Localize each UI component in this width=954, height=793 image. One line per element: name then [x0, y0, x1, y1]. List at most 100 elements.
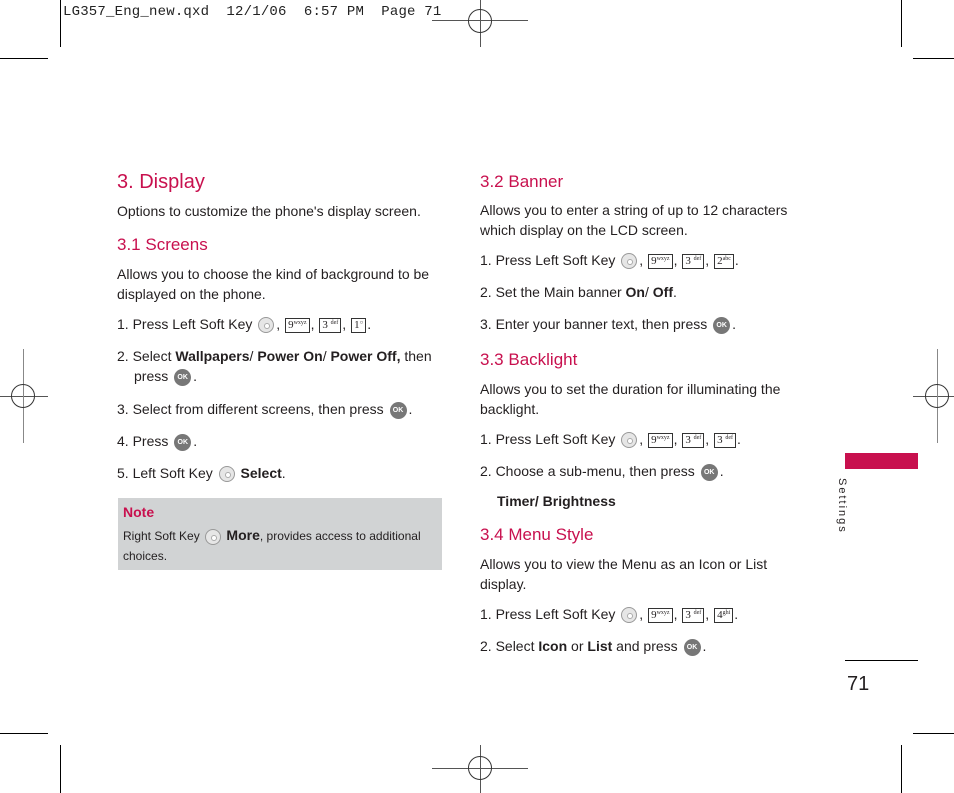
- step-text: 2. Set the Main banner: [480, 284, 626, 300]
- option-icon: Icon: [538, 638, 568, 654]
- banner-description: Allows you to enter a string of up to 12…: [480, 200, 787, 240]
- left-soft-key-icon: [621, 253, 638, 270]
- screens-description: Allows you to choose the kind of backgro…: [117, 264, 429, 304]
- menu-style-step-1: 1. Press Left Soft Key , 9wxyz, 3 def, 4…: [480, 606, 739, 624]
- option-on: On: [625, 284, 645, 300]
- section-heading-banner: 3.2 Banner: [480, 172, 564, 191]
- print-slug: LG357_Eng_new.qxd 12/1/06 6:57 PM Page 7…: [63, 4, 442, 20]
- menu-style-step-2: 2. Select Icon or List and press OK.: [480, 638, 707, 656]
- option-list: List: [587, 638, 613, 654]
- note-text: Right Soft Key More, provides access to …: [123, 525, 438, 566]
- ok-key-icon: OK: [713, 316, 731, 334]
- left-soft-key-icon: [621, 607, 638, 624]
- note-text-part: choices.: [123, 549, 168, 563]
- crop-mark: [60, 745, 61, 793]
- section-heading-menu-style: 3.4 Menu Style: [480, 525, 594, 544]
- crop-mark: [901, 745, 902, 793]
- section-tab-marker: [845, 453, 918, 469]
- screens-step-3: 3. Select from different screens, then p…: [117, 401, 413, 419]
- ok-key-icon: OK: [174, 368, 192, 386]
- option-power-on: Power On: [257, 348, 323, 364]
- step-text: 4. Press: [117, 433, 169, 449]
- crop-mark: [60, 0, 61, 47]
- option-select: Select: [240, 465, 282, 481]
- note-title: Note: [123, 504, 155, 520]
- menu-style-description: Allows you to view the Menu as an Icon o…: [480, 554, 767, 594]
- option-wallpapers: Wallpapers: [175, 348, 250, 364]
- step-text: and press: [612, 638, 678, 654]
- key-9-icon: 9wxyz: [285, 317, 310, 333]
- backlight-options: Timer/ Brightness: [497, 493, 616, 509]
- option-off: Off: [652, 284, 673, 300]
- crop-mark: [901, 0, 902, 47]
- screens-step-1: 1. Press Left Soft Key , 9wxyz, 3 def, 1…: [117, 316, 372, 334]
- desc-line: Allows you to choose the kind of backgro…: [117, 266, 430, 282]
- step-text: 3. Select from different screens, then p…: [117, 401, 384, 417]
- step-text: 1. Press Left Soft Key: [117, 316, 253, 332]
- step-text: or: [567, 638, 588, 654]
- ok-key-icon: OK: [683, 638, 701, 656]
- page-number-rule: [845, 660, 918, 661]
- key-9-icon: 9wxyz: [648, 253, 673, 269]
- backlight-step-1: 1. Press Left Soft Key , 9wxyz, 3 def, 3…: [480, 431, 741, 449]
- section-tab-label: Settings: [836, 478, 848, 534]
- section-heading-backlight: 3.3 Backlight: [480, 350, 578, 369]
- step-text: 2. Select: [480, 638, 539, 654]
- key-3-icon: 3 def: [714, 432, 736, 448]
- step-text: 2. Choose a sub-menu, then press: [480, 463, 695, 479]
- ok-key-icon: OK: [174, 433, 192, 451]
- crop-mark: [913, 58, 954, 59]
- registration-circle: [468, 9, 492, 33]
- section-heading-screens: 3.1 Screens: [117, 235, 208, 254]
- ok-key-icon: OK: [700, 463, 718, 481]
- key-3-icon: 3 def: [319, 317, 342, 333]
- backlight-step-2: 2. Choose a sub-menu, then press OK.: [480, 463, 724, 481]
- desc-line: Allows you to enter a string of up to 12…: [480, 202, 788, 218]
- screens-step-5: 5. Left Soft Key Select.: [117, 465, 286, 483]
- step-text: 1. Press Left Soft Key: [480, 252, 616, 268]
- key-3-icon: 3 def: [682, 607, 705, 623]
- banner-step-1: 1. Press Left Soft Key , 9wxyz, 3 def, 2…: [480, 252, 739, 270]
- step-text: press: [134, 368, 169, 384]
- page-number: 71: [847, 673, 870, 695]
- step-text: 5. Left Soft Key: [117, 465, 213, 481]
- desc-line: displayed on the phone.: [117, 286, 266, 302]
- registration-circle: [468, 756, 492, 780]
- step-text: 1. Press Left Soft Key: [480, 431, 616, 447]
- key-3-icon: 3 def: [682, 253, 705, 269]
- key-9-icon: 9wxyz: [648, 432, 673, 448]
- registration-circle: [925, 384, 949, 408]
- left-soft-key-icon: [621, 432, 638, 449]
- crop-mark: [913, 733, 954, 734]
- desc-line: Allows you to set the duration for illum…: [480, 381, 781, 397]
- desc-line: Allows you to view the Menu as an Icon o…: [480, 556, 768, 572]
- right-soft-key-icon: [205, 528, 222, 545]
- page-title: 3. Display: [117, 171, 205, 193]
- note-more: More: [226, 527, 260, 543]
- intro-text: Options to customize the phone's display…: [117, 203, 421, 219]
- left-soft-key-icon: [218, 466, 235, 483]
- screens-step-4: 4. Press OK.: [117, 433, 198, 451]
- desc-line: which display on the LCD screen.: [480, 222, 688, 238]
- step-text: then: [400, 348, 432, 364]
- key-1-icon: 1○: [351, 317, 367, 333]
- key-2-icon: 2abc: [714, 253, 734, 269]
- key-3-icon: 3 def: [682, 432, 705, 448]
- note-text-part: Right Soft Key: [123, 529, 200, 543]
- banner-step-3: 3. Enter your banner text, then press OK…: [480, 316, 737, 334]
- key-4-icon: 4ghi: [714, 607, 734, 623]
- registration-circle: [11, 384, 35, 408]
- backlight-description: Allows you to set the duration for illum…: [480, 379, 780, 419]
- option-power-off: Power Off,: [330, 348, 401, 364]
- desc-line: display.: [480, 576, 527, 592]
- note-box: Note Right Soft Key More, provides acces…: [118, 498, 442, 570]
- screens-step-2: 2. Select Wallpapers/ Power On/ Power Of…: [117, 348, 432, 386]
- banner-step-2: 2. Set the Main banner On/ Off.: [480, 284, 677, 300]
- crop-mark: [0, 733, 48, 734]
- crop-mark: [0, 58, 48, 59]
- step-text: 2. Select: [117, 348, 176, 364]
- ok-key-icon: OK: [389, 401, 407, 419]
- key-9-icon: 9wxyz: [648, 607, 673, 623]
- note-text-part: , provides access to additional: [259, 529, 421, 543]
- step-text: 1. Press Left Soft Key: [480, 606, 616, 622]
